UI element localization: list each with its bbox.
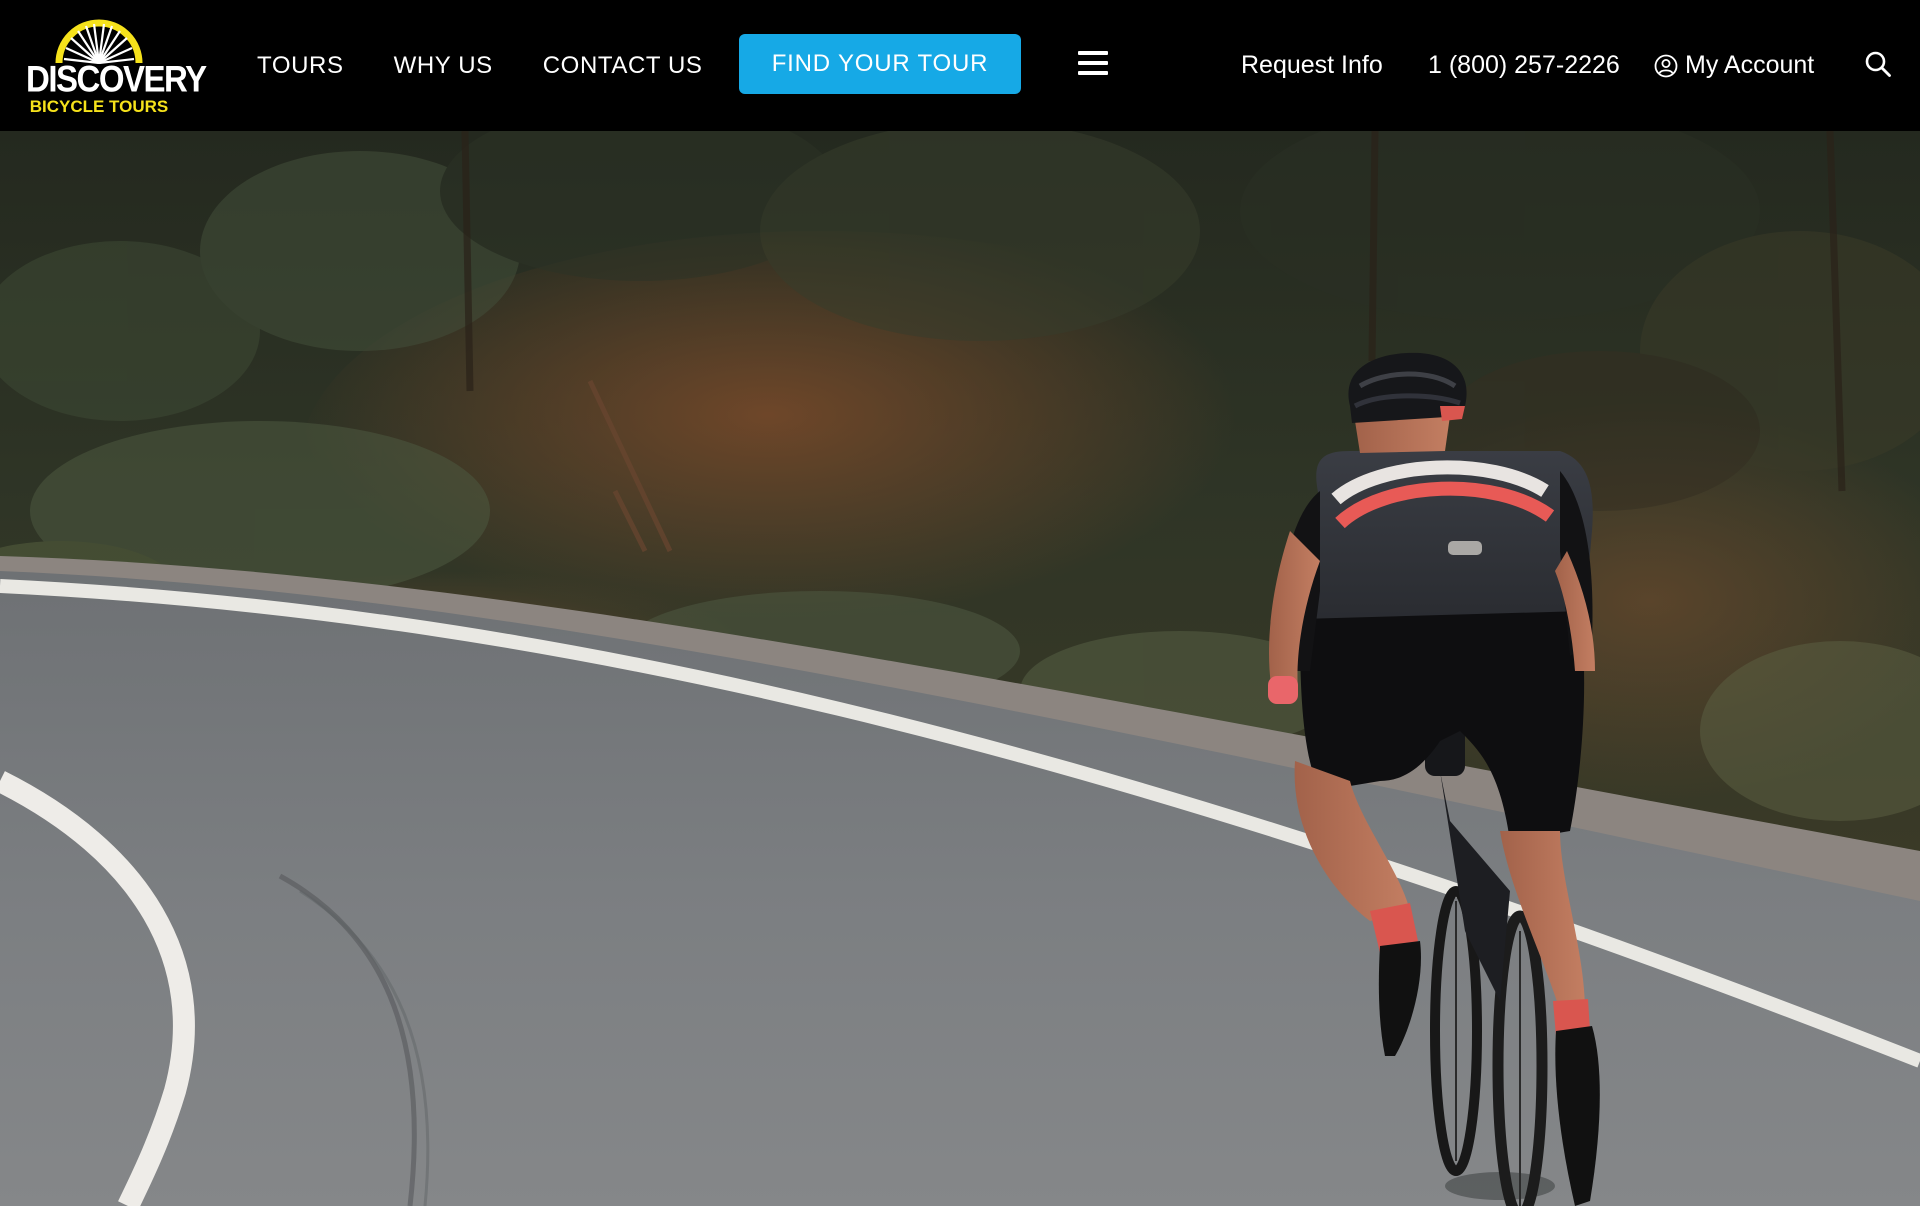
hero-photo (0, 131, 1920, 1206)
brand-logo[interactable]: DISCOVERY BICYCLE TOURS (26, 14, 207, 118)
bicycle-wheel-icon (55, 19, 143, 64)
nav-tours-link[interactable]: TOURS (257, 52, 344, 80)
brand-tagline: BICYCLE TOURS (29, 97, 169, 116)
request-info-link[interactable]: Request Info (1241, 0, 1383, 131)
find-your-tour-button[interactable]: FIND YOUR TOUR (739, 34, 1021, 94)
hamburger-menu-icon[interactable] (1078, 51, 1108, 77)
search-icon[interactable] (1864, 50, 1892, 78)
page: DISCOVERY BICYCLE TOURS TOURS WHY US CON… (0, 0, 1920, 1206)
primary-nav: TOURS WHY US CONTACT US (257, 0, 703, 131)
phone-link[interactable]: 1 (800) 257-2226 (1428, 0, 1620, 131)
user-circle-icon (1654, 54, 1678, 77)
nav-why-us-link[interactable]: WHY US (394, 52, 493, 80)
hero-image (0, 131, 1920, 1206)
my-account-link[interactable]: My Account (1654, 0, 1814, 131)
my-account-label: My Account (1685, 51, 1815, 79)
site-header: DISCOVERY BICYCLE TOURS TOURS WHY US CON… (0, 0, 1920, 131)
brand-name: DISCOVERY (26, 57, 207, 100)
nav-contact-us-link[interactable]: CONTACT US (543, 52, 703, 80)
